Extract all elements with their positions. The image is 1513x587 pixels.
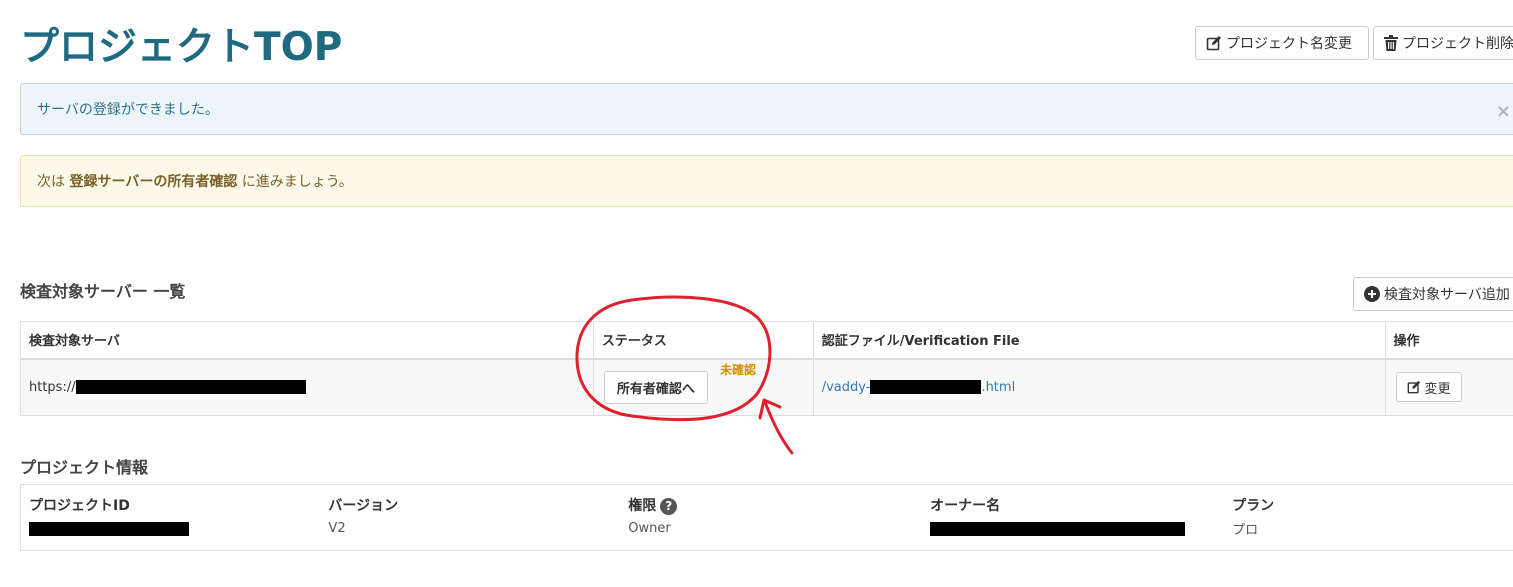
table-row: https:// 所有者確認へ 未確認 /vaddy- .html 変更 (20, 358, 1513, 416)
rename-project-button[interactable]: プロジェクト名変更 (1195, 26, 1369, 60)
verification-file-link[interactable]: /vaddy- .html (822, 380, 1015, 395)
status-badge: 未確認 (719, 362, 756, 377)
server-table: 検査対象サーバ ステータス 認証ファイル/Verification File 操… (20, 321, 1513, 416)
verification-file-prefix: /vaddy- (821, 379, 871, 395)
help-icon[interactable]: ? (660, 497, 678, 515)
owner-value (922, 515, 1224, 551)
server-table-header: 検査対象サーバ ステータス 認証ファイル/Verification File 操… (20, 321, 1513, 360)
column-header-actions: 操作 (1384, 321, 1513, 360)
plus-circle-icon (1364, 286, 1380, 302)
verification-file-cell: /vaddy- .html (812, 358, 1386, 416)
role-header: 権限? (620, 485, 922, 516)
server-list-title: 検査対象サーバー 一覧 (20, 282, 186, 301)
project-info-table: プロジェクトID バージョン 権限? オーナー名 プラン V2 Owner プロ (20, 484, 1513, 551)
page-title: プロジェクトTOP (20, 25, 343, 70)
redacted-file-name (870, 380, 982, 395)
next-step-alert: 次は 登録サーバーの所有者確認 に進みましょう。 (20, 155, 1513, 207)
version-header: バージョン (328, 498, 399, 514)
rename-project-label: プロジェクト名変更 (1226, 35, 1352, 51)
actions-cell: 変更 (1384, 358, 1513, 416)
edit-server-label: 変更 (1424, 380, 1451, 396)
column-header-status: ステータス (592, 321, 814, 360)
project-info-values: V2 Owner プロ (21, 515, 1513, 551)
version-value: V2 (328, 521, 346, 536)
success-alert: サーバの登録ができました。 × (20, 83, 1513, 135)
column-header-verification-file: 認証ファイル/Verification File (812, 321, 1386, 360)
next-step-suffix: に進みましょう。 (237, 174, 353, 190)
project-id-header: プロジェクトID (29, 498, 130, 514)
verification-file-suffix: .html (981, 379, 1016, 395)
add-server-button[interactable]: 検査対象サーバ追加 (1353, 277, 1513, 311)
column-header-server: 検査対象サーバ (20, 321, 594, 360)
edit-icon (1407, 381, 1420, 394)
plan-header: プラン (1232, 498, 1275, 514)
delete-project-label: プロジェクト削除 (1402, 35, 1513, 51)
verify-owner-button[interactable]: 所有者確認へ (603, 370, 708, 404)
trash-icon (1384, 35, 1398, 51)
close-icon[interactable]: × (1496, 101, 1511, 122)
server-url-prefix: https:// (29, 379, 76, 395)
add-server-label: 検査対象サーバ追加 (1384, 286, 1510, 302)
redacted-owner-name (930, 521, 1186, 536)
delete-project-button[interactable]: プロジェクト削除 (1373, 26, 1513, 60)
success-alert-message: サーバの登録ができました。 (37, 102, 219, 118)
plan-value: プロ (1232, 523, 1259, 538)
role-header-label: 権限 (628, 498, 657, 514)
next-step-prefix: 次は (37, 174, 70, 190)
role-value: Owner (628, 521, 671, 536)
server-url-cell: https:// (20, 358, 594, 416)
owner-header: オーナー名 (930, 498, 1001, 514)
edit-server-button[interactable]: 変更 (1395, 372, 1462, 403)
redacted-server-url (75, 380, 306, 395)
project-info-title: プロジェクト情報 (20, 458, 149, 477)
edit-icon (1206, 36, 1221, 51)
project-id-value (21, 515, 321, 551)
redacted-project-id (29, 521, 189, 536)
next-step-emphasis: 登録サーバーの所有者確認 (69, 174, 238, 190)
project-info-header: プロジェクトID バージョン 権限? オーナー名 プラン (21, 485, 1513, 516)
status-cell: 所有者確認へ 未確認 (592, 358, 814, 416)
